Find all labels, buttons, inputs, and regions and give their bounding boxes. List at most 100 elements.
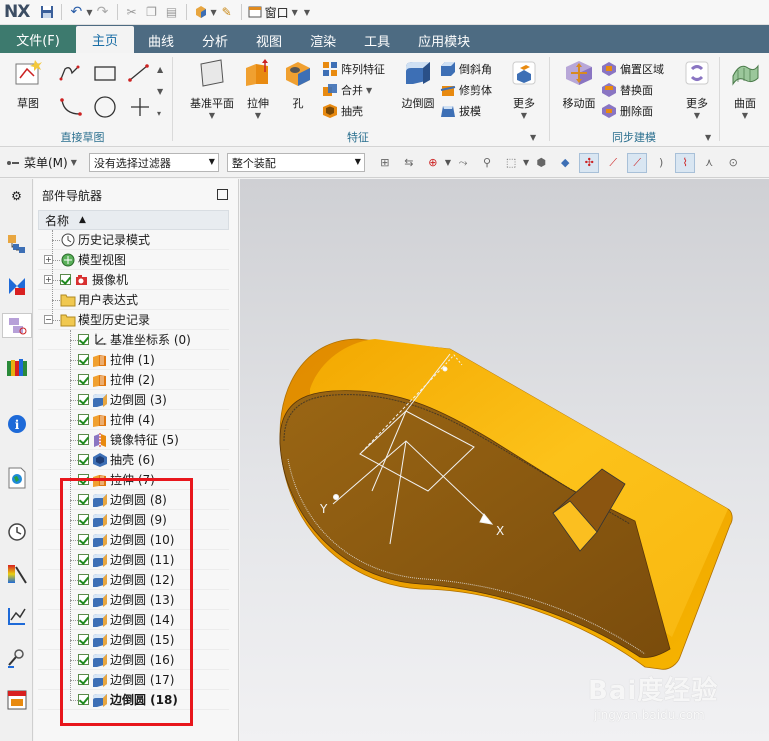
- visibility-checkbox[interactable]: [78, 394, 89, 405]
- redo-icon[interactable]: ↷: [93, 2, 113, 22]
- settings-gear-icon[interactable]: ⚙: [4, 183, 29, 208]
- sketch-gallery-down[interactable]: ▼: [157, 81, 163, 101]
- select-feature-dropdown[interactable]: ▼: [445, 158, 451, 167]
- visibility-checkbox[interactable]: [78, 594, 89, 605]
- feature-more-button[interactable]: 更多 ▼: [500, 57, 548, 120]
- process-studio-icon[interactable]: [4, 561, 29, 586]
- visibility-checkbox[interactable]: [78, 534, 89, 545]
- unite-button[interactable]: 合并 ▼: [322, 80, 372, 100]
- tab-curve[interactable]: 曲线: [134, 27, 188, 53]
- select-feature-icon[interactable]: ⊕: [423, 153, 443, 173]
- visibility-checkbox[interactable]: [78, 354, 89, 365]
- tree-row[interactable]: 边倒圆 (18): [38, 690, 229, 710]
- tree-row[interactable]: 抽壳 (6): [38, 450, 229, 470]
- snap-line-icon[interactable]: ⟋: [603, 153, 623, 173]
- visibility-checkbox[interactable]: [60, 274, 71, 285]
- sync-group-options[interactable]: ▼: [705, 127, 711, 147]
- feature-group-options[interactable]: ▼: [530, 127, 536, 147]
- visibility-checkbox[interactable]: [78, 434, 89, 445]
- reuse-library-icon[interactable]: [4, 355, 29, 380]
- datum-plane-button[interactable]: 基准平面 ▼: [188, 57, 236, 120]
- sketch-button[interactable]: 草图: [4, 57, 52, 111]
- visibility-checkbox[interactable]: [78, 674, 89, 685]
- trim-body-button[interactable]: 修剪体: [440, 80, 492, 100]
- visibility-checkbox[interactable]: [78, 554, 89, 565]
- point-tool[interactable]: [129, 97, 151, 117]
- line-tool[interactable]: [127, 63, 151, 83]
- tree-row[interactable]: + 摄像机: [38, 270, 229, 290]
- tree-row[interactable]: 基准坐标系 (0): [38, 330, 229, 350]
- tree-row[interactable]: 用户表达式: [38, 290, 229, 310]
- tree-row[interactable]: 镜像特征 (5): [38, 430, 229, 450]
- role-wizard-icon[interactable]: [4, 645, 29, 670]
- menu-button[interactable]: 菜单(M) ▼: [6, 154, 77, 171]
- visibility-checkbox[interactable]: [78, 334, 89, 345]
- tree-row[interactable]: 拉伸 (4): [38, 410, 229, 430]
- sketch-gallery-more[interactable]: ▾: [157, 103, 161, 123]
- draft-button[interactable]: 拔模: [440, 101, 481, 121]
- circle-tool[interactable]: [93, 96, 117, 118]
- part-navigator-icon[interactable]: [2, 313, 32, 338]
- tree-row[interactable]: 拉伸 (7): [38, 470, 229, 490]
- rectangle-select-dropdown[interactable]: ▼: [523, 158, 529, 167]
- tree-row[interactable]: 边倒圆 (11): [38, 550, 229, 570]
- solid-body-icon[interactable]: ⬢: [531, 153, 551, 173]
- select-edges-icon[interactable]: ⇆: [399, 153, 419, 173]
- paste-icon[interactable]: ▤: [162, 2, 182, 22]
- offset-region-button[interactable]: 偏置区域: [601, 59, 664, 79]
- customize-qa-icon[interactable]: ▼: [304, 8, 310, 17]
- delete-face-button[interactable]: 删除面: [601, 101, 653, 121]
- visibility-checkbox[interactable]: [78, 414, 89, 425]
- history-clock-icon[interactable]: [4, 519, 29, 544]
- visibility-checkbox[interactable]: [78, 694, 89, 705]
- deselect-icon[interactable]: ⤳: [453, 153, 473, 173]
- cut-icon[interactable]: ✂: [122, 2, 142, 22]
- save-icon[interactable]: [37, 2, 57, 22]
- edit-object-icon[interactable]: ✎: [217, 2, 237, 22]
- window-menu[interactable]: 窗口 ▼: [248, 4, 298, 21]
- select-faces-icon[interactable]: ⊞: [375, 153, 395, 173]
- copy-icon[interactable]: ❐: [142, 2, 162, 22]
- arc-tool[interactable]: [58, 97, 86, 117]
- surface-button[interactable]: 曲面 ▼: [721, 57, 769, 120]
- graphics-viewport[interactable]: Y X: [240, 179, 769, 741]
- rectangle-select-icon[interactable]: ⬚: [501, 153, 521, 173]
- snap-arc-icon[interactable]: ⋏: [699, 153, 719, 173]
- tree-row[interactable]: 边倒圆 (13): [38, 590, 229, 610]
- filter-icon[interactable]: ⚲: [477, 153, 497, 173]
- visibility-checkbox[interactable]: [78, 514, 89, 525]
- tree-row[interactable]: 边倒圆 (17): [38, 670, 229, 690]
- manufacturing-wizard-icon[interactable]: [4, 603, 29, 628]
- tree-row[interactable]: − 模型历史记录: [38, 310, 229, 330]
- tree-row[interactable]: 边倒圆 (8): [38, 490, 229, 510]
- tab-render[interactable]: 渲染: [296, 27, 350, 53]
- visibility-checkbox[interactable]: [78, 374, 89, 385]
- hd3d-tools-icon[interactable]: i: [4, 411, 29, 436]
- profile-tool[interactable]: [58, 63, 86, 83]
- tree-row[interactable]: 拉伸 (1): [38, 350, 229, 370]
- tab-view[interactable]: 视图: [242, 27, 296, 53]
- tree-row[interactable]: 边倒圆 (9): [38, 510, 229, 530]
- maximize-panel-icon[interactable]: [217, 189, 228, 200]
- tree-row[interactable]: 边倒圆 (16): [38, 650, 229, 670]
- visibility-checkbox[interactable]: [78, 614, 89, 625]
- tree-row[interactable]: 边倒圆 (3): [38, 390, 229, 410]
- web-browser-icon[interactable]: [4, 465, 29, 490]
- replace-face-button[interactable]: 替换面: [601, 80, 653, 100]
- sheet-body-icon[interactable]: ◆: [555, 153, 575, 173]
- hole-button[interactable]: 孔: [274, 57, 322, 111]
- selection-filter-dropdown[interactable]: 没有选择过滤器 ▼: [88, 153, 219, 172]
- sync-more-button[interactable]: 更多 ▼: [673, 57, 721, 120]
- snap-spline-icon[interactable]: ⌇: [675, 152, 696, 173]
- tab-home[interactable]: 主页: [76, 26, 135, 53]
- assembly-scope-dropdown[interactable]: 整个装配 ▼: [226, 153, 365, 172]
- visibility-checkbox[interactable]: [78, 494, 89, 505]
- tab-applications[interactable]: 应用模块: [404, 27, 484, 53]
- pattern-feature-button[interactable]: 阵列特征: [322, 59, 385, 79]
- tree-row[interactable]: 边倒圆 (15): [38, 630, 229, 650]
- tree-row[interactable]: 边倒圆 (12): [38, 570, 229, 590]
- undo-icon[interactable]: ↶: [66, 2, 86, 22]
- tree-row[interactable]: 边倒圆 (14): [38, 610, 229, 630]
- visibility-checkbox[interactable]: [78, 474, 89, 485]
- tree-row[interactable]: 历史记录模式: [38, 230, 229, 250]
